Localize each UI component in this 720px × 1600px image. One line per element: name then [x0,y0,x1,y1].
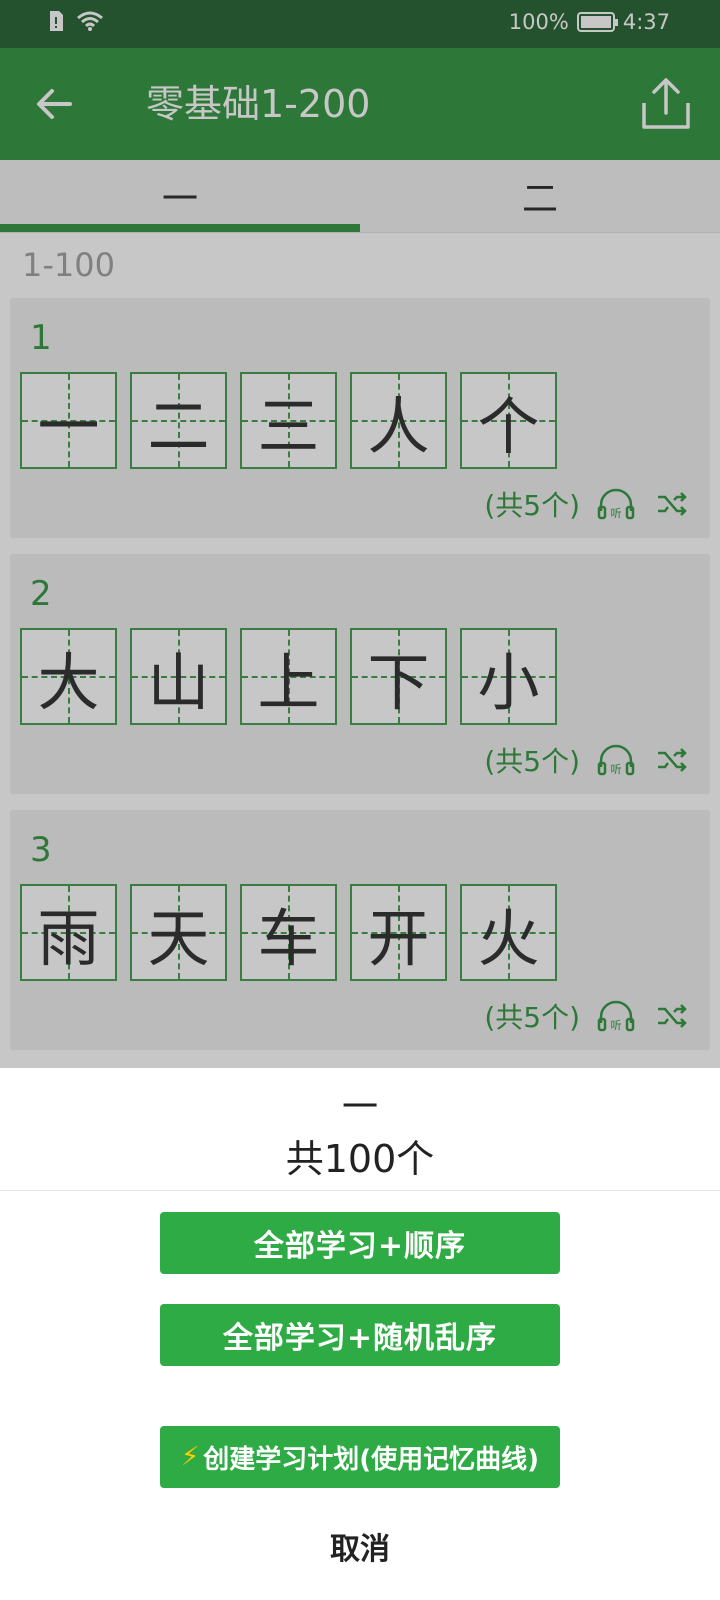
study-all-random-button[interactable]: 全部学习+随机乱序 [160,1304,560,1366]
modal-scrim[interactable] [0,0,720,1070]
char: 二 [147,389,210,463]
char: 人 [367,389,430,463]
char: 火 [477,901,540,975]
char: 车 [257,901,320,975]
char: 天 [147,901,210,975]
sheet-title: 一 [341,1087,378,1128]
char: 山 [147,645,210,719]
char: 上 [257,645,320,719]
cancel-button[interactable]: 取消 [0,1524,720,1568]
char: 开 [367,901,430,975]
char: 小 [477,645,540,719]
study-all-sequential-button[interactable]: 全部学习+顺序 [160,1212,560,1274]
char: 一 [37,389,100,463]
create-study-plan-label: 创建学习计划(使用记忆曲线) [203,1444,540,1475]
char: 个 [477,389,540,463]
char: 下 [367,645,430,719]
lightning-icon: ⚡ [180,1442,200,1472]
divider [0,1190,720,1191]
char: 三 [257,389,320,463]
sheet-subtitle: 共100个 [285,1137,435,1181]
create-study-plan-button[interactable]: ⚡ 创建学习计划(使用记忆曲线) [160,1426,560,1488]
bottom-sheet: 一 共100个 全部学习+顺序 全部学习+随机乱序 ⚡ 创建学习计划(使用记忆曲… [0,1068,720,1600]
char: 雨 [37,901,100,975]
char: 大 [37,645,100,719]
